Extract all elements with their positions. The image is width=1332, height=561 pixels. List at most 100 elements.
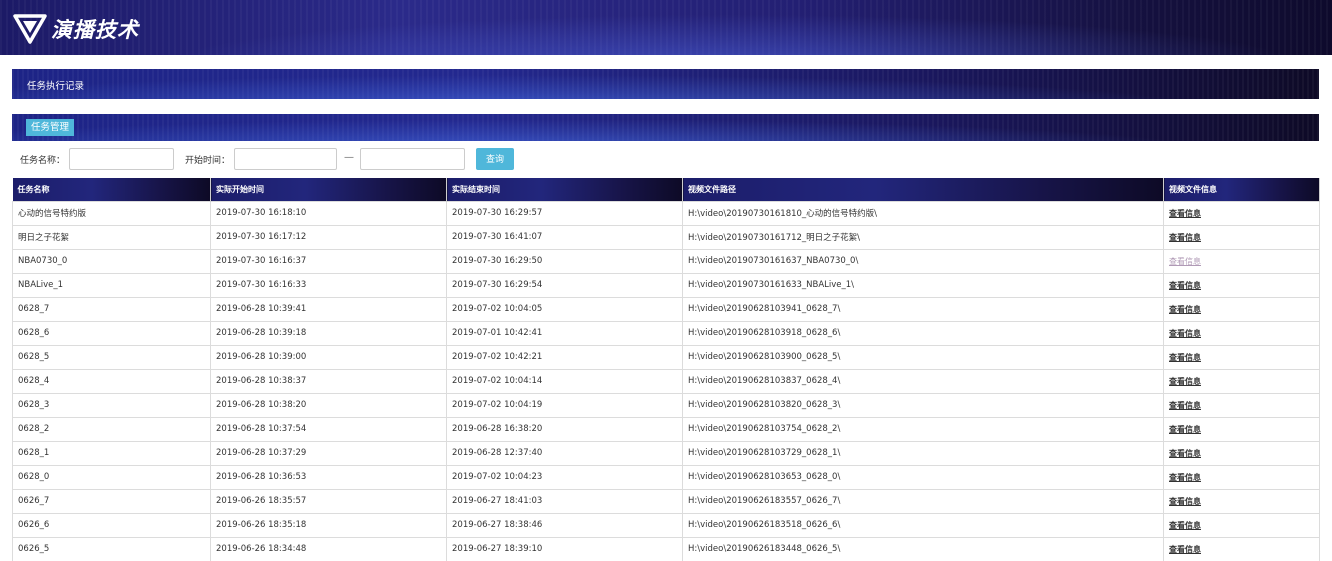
view-info-link[interactable]: 查看信息 — [1169, 257, 1201, 266]
cell-start: 2019-06-28 10:39:00 — [210, 344, 447, 370]
cell-name: NBA0730_0 — [12, 248, 211, 274]
cell-name: 心动的信号特约版 — [12, 200, 211, 226]
cell-end: 2019-06-27 18:39:10 — [446, 536, 683, 561]
task-name-label: 任务名称： — [20, 156, 66, 166]
view-info-link[interactable]: 查看信息 — [1169, 377, 1201, 386]
brand-name: 演播技术 — [51, 18, 139, 42]
view-info-link[interactable]: 查看信息 — [1169, 521, 1201, 530]
cell-action: 查看信息 — [1163, 248, 1320, 274]
cell-action: 查看信息 — [1163, 536, 1320, 561]
start-time-label: 开始时间： — [185, 156, 231, 166]
view-info-link[interactable]: 查看信息 — [1169, 353, 1201, 362]
cell-action: 查看信息 — [1163, 512, 1320, 538]
cell-start: 2019-06-28 10:37:29 — [210, 440, 447, 466]
cell-action: 查看信息 — [1163, 272, 1320, 298]
table-row: 0628_6 2019-06-28 10:39:18 2019-07-01 10:4… — [12, 320, 1320, 346]
cell-action: 查看信息 — [1163, 488, 1320, 514]
table-row: 0628_7 2019-06-28 10:39:41 2019-07-02 10:0… — [12, 296, 1320, 322]
query-button[interactable]: 查询 — [476, 148, 514, 170]
cell-end: 2019-07-02 10:04:14 — [446, 368, 683, 394]
logo-triangle-icon — [13, 14, 47, 44]
table-row: 0628_1 2019-06-28 10:37:29 2019-06-28 12:3… — [12, 440, 1320, 466]
cell-start: 2019-07-30 16:18:10 — [210, 200, 447, 226]
top-banner: 演播技术 — [0, 0, 1332, 55]
cell-path: H:\video\20190628103837_0628_4\ — [682, 368, 1164, 394]
cell-path: H:\video\20190730161637_NBA0730_0\ — [682, 248, 1164, 274]
section-title: 任务执行记录 — [27, 81, 85, 92]
records-table: 任务名称 实际开始时间 实际结束时间 视频文件路径 视频文件信息 心动的信号特约… — [12, 178, 1320, 561]
cell-name: 0626_7 — [12, 488, 211, 514]
view-info-link[interactable]: 查看信息 — [1169, 329, 1201, 338]
cell-action: 查看信息 — [1163, 224, 1320, 250]
cell-end: 2019-06-28 16:38:20 — [446, 416, 683, 442]
cell-path: H:\video\20190628103820_0628_3\ — [682, 392, 1164, 418]
column-header: 实际结束时间 — [446, 178, 683, 201]
cell-name: 0626_6 — [12, 512, 211, 538]
table-row: 心动的信号特约版 2019-07-30 16:18:10 2019-07-30 16… — [12, 200, 1320, 226]
cell-end: 2019-07-01 10:42:41 — [446, 320, 683, 346]
view-info-link[interactable]: 查看信息 — [1169, 449, 1201, 458]
view-info-link[interactable]: 查看信息 — [1169, 473, 1201, 482]
view-info-link[interactable]: 查看信息 — [1169, 545, 1201, 554]
cell-path: H:\video\20190730161712_明日之子花絮\ — [682, 224, 1164, 250]
cell-name: 0628_0 — [12, 464, 211, 490]
cell-end: 2019-07-02 10:04:23 — [446, 464, 683, 490]
cell-path: H:\video\20190730161633_NBALive_1\ — [682, 272, 1164, 298]
cell-start: 2019-06-28 10:39:18 — [210, 320, 447, 346]
start-time-from-input[interactable] — [234, 148, 337, 170]
cell-path: H:\video\20190626183518_0626_6\ — [682, 512, 1164, 538]
table-row: NBA0730_0 2019-07-30 16:16:37 2019-07-30 1… — [12, 248, 1320, 274]
cell-start: 2019-07-30 16:17:12 — [210, 224, 447, 250]
cell-action: 查看信息 — [1163, 320, 1320, 346]
cell-action: 查看信息 — [1163, 368, 1320, 394]
view-info-link[interactable]: 查看信息 — [1169, 281, 1201, 290]
column-header: 实际开始时间 — [210, 178, 447, 201]
cell-end: 2019-06-27 18:41:03 — [446, 488, 683, 514]
brand-logo[interactable]: 演播技术 — [13, 14, 139, 44]
cell-name: 0628_2 — [12, 416, 211, 442]
view-info-link[interactable]: 查看信息 — [1169, 425, 1201, 434]
cell-name: 0628_6 — [12, 320, 211, 346]
start-time-to-input[interactable] — [360, 148, 465, 170]
table-row: 0628_5 2019-06-28 10:39:00 2019-07-02 10:4… — [12, 344, 1320, 370]
cell-start: 2019-06-26 18:34:48 — [210, 536, 447, 561]
cell-end: 2019-07-30 16:29:50 — [446, 248, 683, 274]
table-row: 0626_5 2019-06-26 18:34:48 2019-06-27 18:3… — [12, 536, 1320, 561]
cell-name: 0628_3 — [12, 392, 211, 418]
cell-end: 2019-07-30 16:41:07 — [446, 224, 683, 250]
cell-path: H:\video\20190626183557_0626_7\ — [682, 488, 1164, 514]
view-info-link[interactable]: 查看信息 — [1169, 233, 1201, 242]
view-info-link[interactable]: 查看信息 — [1169, 497, 1201, 506]
table-header-row: 任务名称 实际开始时间 实际结束时间 视频文件路径 视频文件信息 — [12, 178, 1320, 201]
table-row: 明日之子花絮 2019-07-30 16:17:12 2019-07-30 16:4… — [12, 224, 1320, 250]
view-info-link[interactable]: 查看信息 — [1169, 401, 1201, 410]
cell-path: H:\video\20190628103653_0628_0\ — [682, 464, 1164, 490]
tab-task-management[interactable]: 任务管理 — [26, 119, 75, 136]
cell-start: 2019-07-30 16:16:37 — [210, 248, 447, 274]
cell-name: 0628_4 — [12, 368, 211, 394]
cell-path: H:\video\20190628103918_0628_6\ — [682, 320, 1164, 346]
cell-end: 2019-07-30 16:29:54 — [446, 272, 683, 298]
cell-start: 2019-06-28 10:37:54 — [210, 416, 447, 442]
cell-name: 0626_5 — [12, 536, 211, 561]
cell-end: 2019-06-28 12:37:40 — [446, 440, 683, 466]
cell-start: 2019-06-28 10:39:41 — [210, 296, 447, 322]
cell-action: 查看信息 — [1163, 440, 1320, 466]
cell-path: H:\video\20190628103729_0628_1\ — [682, 440, 1164, 466]
cell-end: 2019-07-30 16:29:57 — [446, 200, 683, 226]
cell-action: 查看信息 — [1163, 416, 1320, 442]
cell-action: 查看信息 — [1163, 392, 1320, 418]
column-header: 任务名称 — [12, 178, 211, 201]
task-name-input[interactable] — [69, 148, 174, 170]
cell-start: 2019-06-26 18:35:18 — [210, 512, 447, 538]
cell-start: 2019-06-28 10:38:20 — [210, 392, 447, 418]
cell-end: 2019-06-27 18:38:46 — [446, 512, 683, 538]
cell-start: 2019-06-28 10:36:53 — [210, 464, 447, 490]
cell-path: H:\video\20190730161810_心动的信号特约版\ — [682, 200, 1164, 226]
cell-path: H:\video\20190628103900_0628_5\ — [682, 344, 1164, 370]
view-info-link[interactable]: 查看信息 — [1169, 209, 1201, 218]
view-info-link[interactable]: 查看信息 — [1169, 305, 1201, 314]
cell-action: 查看信息 — [1163, 344, 1320, 370]
cell-action: 查看信息 — [1163, 296, 1320, 322]
tab-bar: 任务管理 — [12, 114, 1319, 141]
